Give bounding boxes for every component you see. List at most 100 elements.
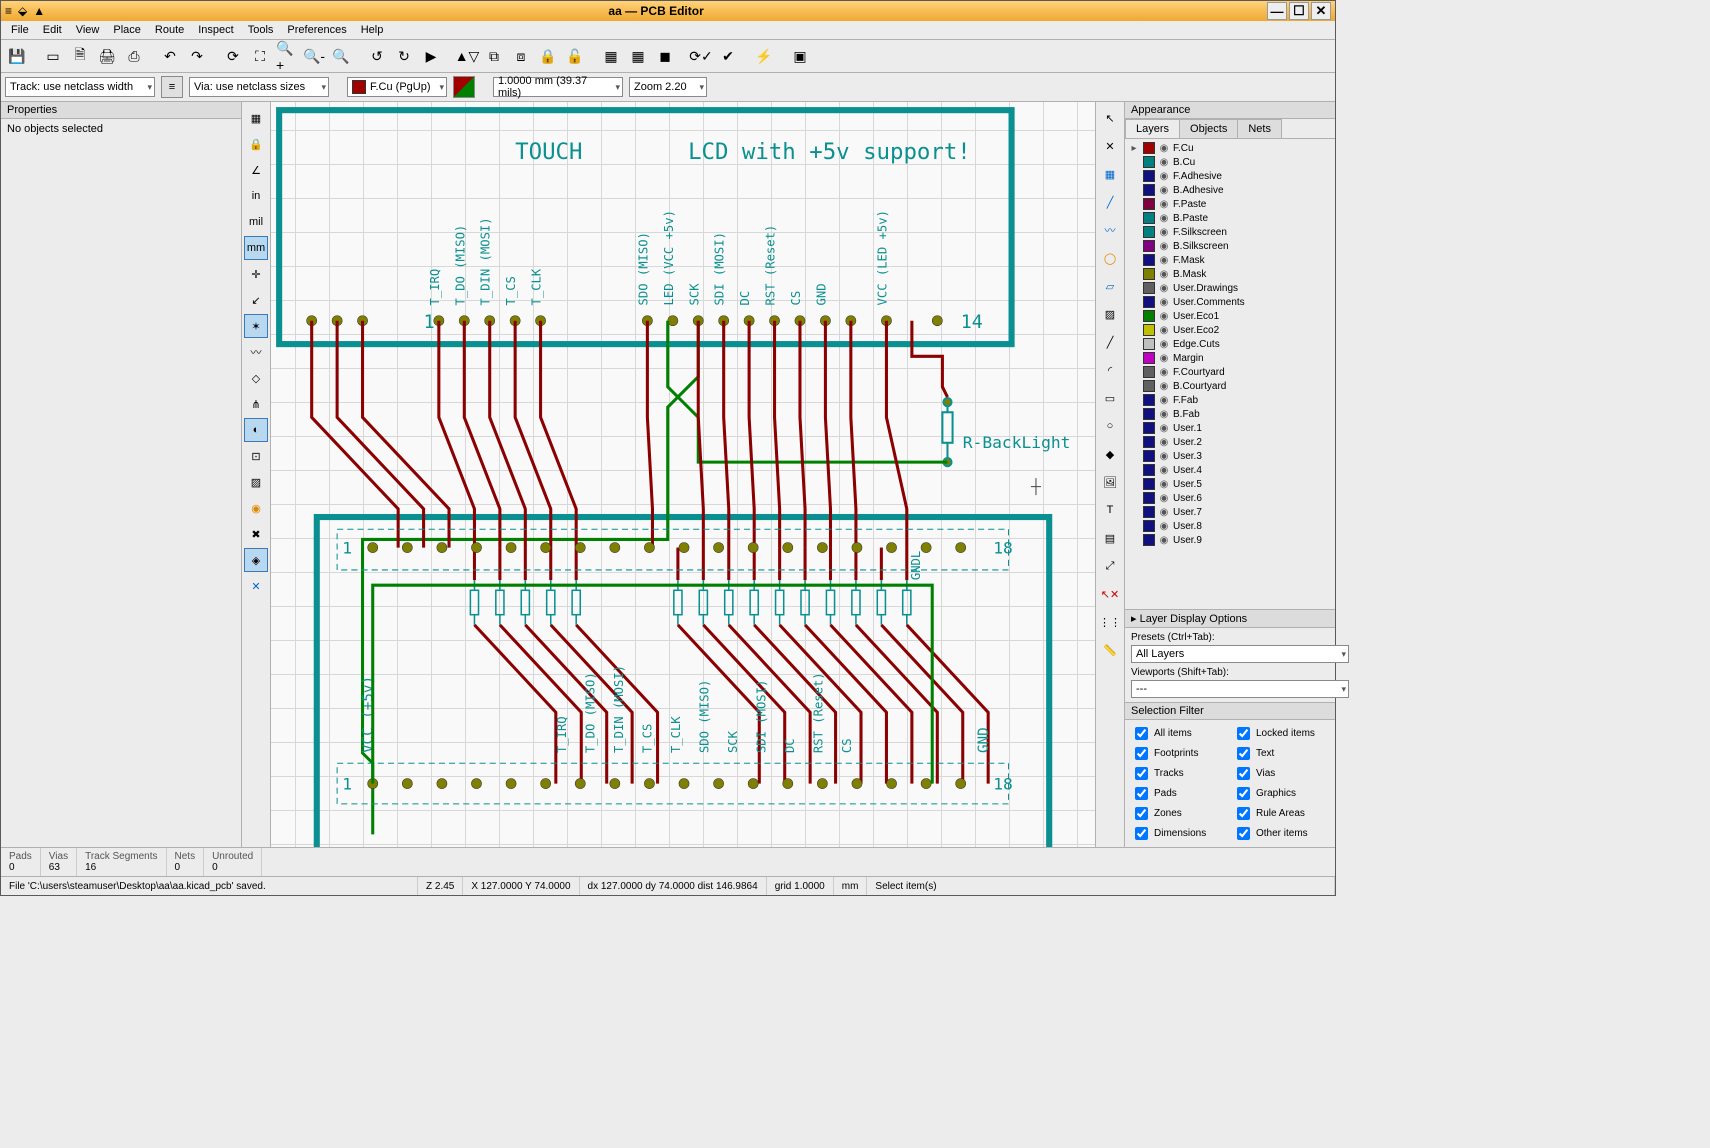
table-tool-icon[interactable]: ▤ <box>1098 526 1122 550</box>
ratsnest-icon[interactable]: ✶ <box>244 314 268 338</box>
dimension-tool-icon[interactable]: ⤢ <box>1098 554 1122 578</box>
ungroup-icon[interactable]: ⧈ <box>509 44 533 68</box>
filter-other-items[interactable]: Other items <box>1233 824 1329 843</box>
layer-row[interactable]: ◉Edge.Cuts <box>1129 337 1331 351</box>
group-icon[interactable]: ⧉ <box>482 44 506 68</box>
filter-graphics[interactable]: Graphics <box>1233 784 1329 803</box>
grid-select[interactable]: 1.0000 mm (39.37 mils) <box>493 77 623 97</box>
rotate-ccw-icon[interactable]: ↺ <box>365 44 389 68</box>
layer-row[interactable]: ◉User.9 <box>1129 533 1331 547</box>
track-display-icon[interactable]: ◐ <box>244 418 268 442</box>
x-tool-icon[interactable]: ✕ <box>1098 134 1122 158</box>
layer-row[interactable]: ◉User.1 <box>1129 421 1331 435</box>
layer-row[interactable]: ▸◉F.Cu <box>1129 141 1331 155</box>
zoom-select[interactable]: Zoom 2.20 <box>629 77 707 97</box>
zoom-select-icon[interactable]: 🔍 <box>329 44 353 68</box>
route-tool-icon[interactable]: ╱ <box>1098 190 1122 214</box>
text-tool-icon[interactable]: T <box>1098 498 1122 522</box>
via-display-icon[interactable]: ⋔ <box>244 392 268 416</box>
layer-pair-icon[interactable] <box>453 76 475 98</box>
net-highlight-icon[interactable]: ✖ <box>244 522 268 546</box>
layer-row[interactable]: ◉Margin <box>1129 351 1331 365</box>
menu-file[interactable]: File <box>5 23 35 37</box>
3d-viewer-icon[interactable]: ◼ <box>653 44 677 68</box>
lock-toggle-icon[interactable]: 🔒 <box>244 132 268 156</box>
menu-help[interactable]: Help <box>355 23 390 37</box>
layer-row[interactable]: ◉User.6 <box>1129 491 1331 505</box>
layer-row[interactable]: ◉B.Adhesive <box>1129 183 1331 197</box>
arc-tool-icon[interactable]: ◜ <box>1098 358 1122 382</box>
curved-icon[interactable]: 〰 <box>244 340 268 364</box>
layer-row[interactable]: ◉F.Mask <box>1129 253 1331 267</box>
origin-icon[interactable]: ↙ <box>244 288 268 312</box>
footprint-browser-icon[interactable]: ▦ <box>626 44 650 68</box>
layer-row[interactable]: ◉B.Paste <box>1129 211 1331 225</box>
track-width-select[interactable]: Track: use netclass width <box>5 77 155 97</box>
polygon-tool-icon[interactable]: ◆ <box>1098 442 1122 466</box>
diff-route-icon[interactable]: 〰 <box>1098 218 1122 242</box>
layer-row[interactable]: ◉F.Courtyard <box>1129 365 1331 379</box>
tab-objects[interactable]: Objects <box>1179 119 1238 138</box>
redo-icon[interactable]: ↷ <box>185 44 209 68</box>
menu-tools[interactable]: Tools <box>242 23 280 37</box>
settings-icon[interactable]: ✕ <box>244 574 268 598</box>
layer-row[interactable]: ◉User.7 <box>1129 505 1331 519</box>
zoom-in-icon[interactable]: 🔍+ <box>275 44 299 68</box>
menu-view[interactable]: View <box>70 23 106 37</box>
filter-dimensions[interactable]: Dimensions <box>1131 824 1227 843</box>
tab-layers[interactable]: Layers <box>1125 119 1180 138</box>
image-tool-icon[interactable]: 🖼 <box>1098 470 1122 494</box>
layer-row[interactable]: ◉F.Paste <box>1129 197 1331 211</box>
filter-vias[interactable]: Vias <box>1233 764 1329 783</box>
print-icon[interactable]: 🖨 <box>95 44 119 68</box>
lock-icon[interactable]: 🔒 <box>536 44 560 68</box>
line-tool-icon[interactable]: ╱ <box>1098 330 1122 354</box>
layer-row[interactable]: ◉B.Mask <box>1129 267 1331 281</box>
circle-tool-icon[interactable]: ○ <box>1098 414 1122 438</box>
layer-row[interactable]: ◉F.Fab <box>1129 393 1331 407</box>
pad-display-icon[interactable]: ⊡ <box>244 444 268 468</box>
menu-place[interactable]: Place <box>107 23 147 37</box>
filter-all-items[interactable]: All items <box>1131 724 1227 743</box>
layer-row[interactable]: ◉User.2 <box>1129 435 1331 449</box>
layer-row[interactable]: ◉User.8 <box>1129 519 1331 533</box>
menu-route[interactable]: Route <box>149 23 190 37</box>
undo-icon[interactable]: ↶ <box>158 44 182 68</box>
rotate-cw-icon[interactable]: ↻ <box>392 44 416 68</box>
grid-origin-icon[interactable]: ⋮⋮ <box>1098 610 1122 634</box>
filter-tracks[interactable]: Tracks <box>1131 764 1227 783</box>
maximize-button[interactable]: ☐ <box>1289 2 1309 20</box>
units-in-icon[interactable]: in <box>244 184 268 208</box>
refresh-icon[interactable]: ⟳ <box>221 44 245 68</box>
via-size-select[interactable]: Via: use netclass sizes <box>189 77 329 97</box>
play-icon[interactable]: ▶ <box>419 44 443 68</box>
layer-row[interactable]: ◉User.Comments <box>1129 295 1331 309</box>
filter-pads[interactable]: Pads <box>1131 784 1227 803</box>
script-console-icon[interactable]: ▣ <box>788 44 812 68</box>
filter-locked-items[interactable]: Locked items <box>1233 724 1329 743</box>
menu-preferences[interactable]: Preferences <box>281 23 352 37</box>
zone-display-icon[interactable]: ▨ <box>244 470 268 494</box>
menu-inspect[interactable]: Inspect <box>192 23 239 37</box>
layer-row[interactable]: ◉B.Cu <box>1129 155 1331 169</box>
tab-nets[interactable]: Nets <box>1237 119 1282 138</box>
viewports-select[interactable]: --- <box>1131 680 1349 698</box>
save-icon[interactable]: 💾 <box>5 44 29 68</box>
layer-row[interactable]: ◉User.3 <box>1129 449 1331 463</box>
units-mm-icon[interactable]: mm <box>244 236 268 260</box>
delete-tool-icon[interactable]: ↖✕ <box>1098 582 1122 606</box>
zoom-out-icon[interactable]: 🔍- <box>302 44 326 68</box>
layer-row[interactable]: ◉F.Silkscreen <box>1129 225 1331 239</box>
filter-text[interactable]: Text <box>1233 744 1329 763</box>
mirror-icon[interactable]: ▲▽ <box>455 44 479 68</box>
rect-tool-icon[interactable]: ▭ <box>1098 386 1122 410</box>
layers-list[interactable]: ▸◉F.Cu◉B.Cu◉F.Adhesive◉B.Adhesive◉F.Past… <box>1125 139 1335 609</box>
up-icon[interactable]: ▲ <box>33 4 45 18</box>
pcb-canvas[interactable]: TOUCH LCD with +5v support! 1 14 R-BackL… <box>271 102 1095 847</box>
close-button[interactable]: ✕ <box>1311 2 1331 20</box>
layer-manager-icon[interactable]: ◈ <box>244 548 268 572</box>
menu-icon[interactable]: ≡ <box>5 4 12 18</box>
filter-footprints[interactable]: Footprints <box>1131 744 1227 763</box>
cursor-icon[interactable]: ✛ <box>244 262 268 286</box>
zoom-fit-icon[interactable]: ⛶ <box>248 44 272 68</box>
